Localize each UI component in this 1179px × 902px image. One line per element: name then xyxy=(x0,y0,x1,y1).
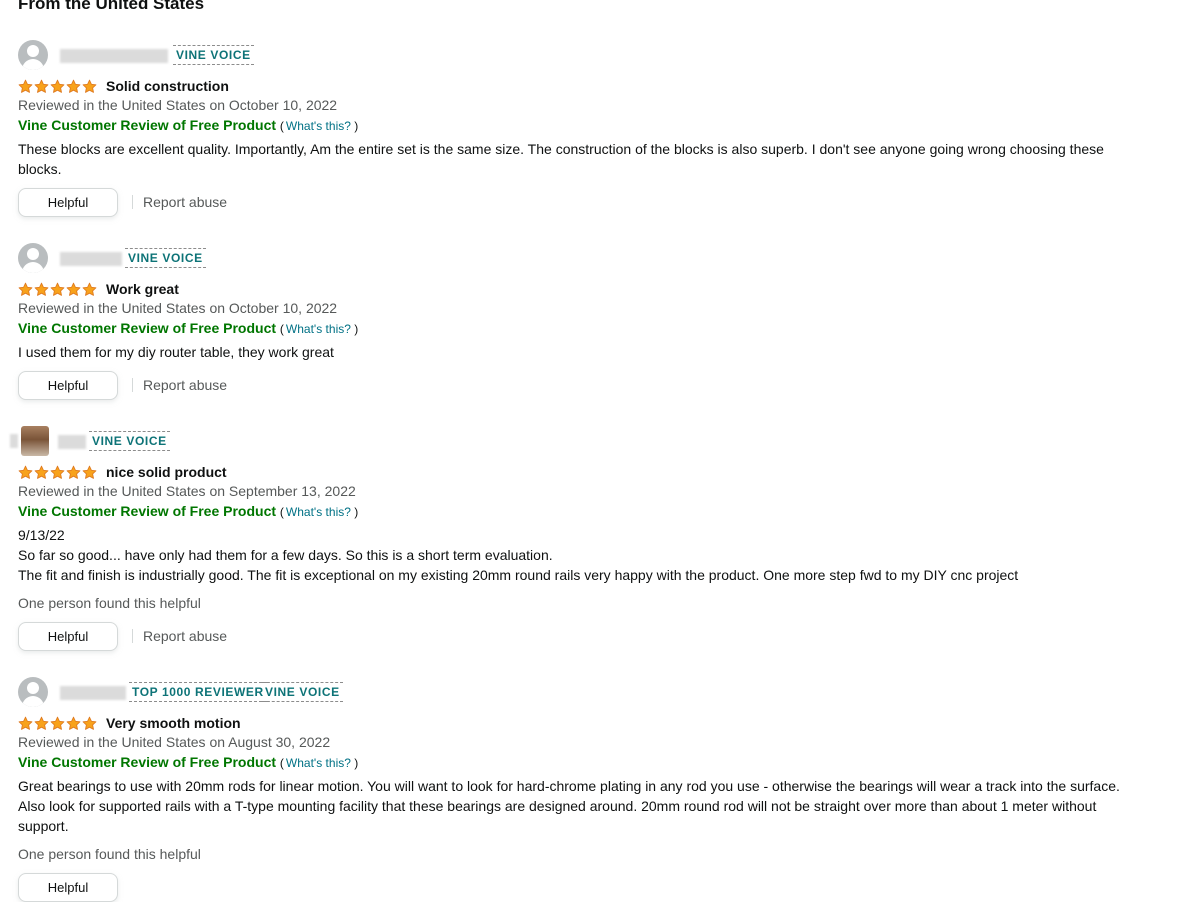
review-text: Great bearings to use with 20mm rods for… xyxy=(18,778,1120,834)
review-date: Reviewed in the United States on August … xyxy=(18,734,331,750)
divider xyxy=(132,195,133,209)
review-date: Reviewed in the United States on October… xyxy=(18,97,338,113)
star-icon xyxy=(82,282,97,296)
star-icon xyxy=(18,716,33,730)
review-date: Reviewed in the United States on October… xyxy=(18,300,338,316)
review-title[interactable]: Solid construction xyxy=(106,78,229,94)
vine-review-label: Vine Customer Review of Free Product (Wh… xyxy=(18,320,359,336)
star-icon xyxy=(66,79,81,93)
review-title[interactable]: Work great xyxy=(106,281,179,297)
reviewer-name-redacted xyxy=(10,434,18,448)
star-icon xyxy=(18,282,33,296)
review-title[interactable]: Very smooth motion xyxy=(106,715,241,731)
helpful-button[interactable]: Helpful xyxy=(18,370,118,400)
star-icon xyxy=(66,282,81,296)
star-icon xyxy=(50,465,65,479)
report-abuse-link[interactable]: Report abuse xyxy=(143,377,227,393)
vine-label: Vine Customer Review of Free Product xyxy=(18,320,277,336)
reviewer-name-redacted xyxy=(60,252,122,266)
divider xyxy=(132,378,133,392)
star-icon xyxy=(50,282,65,296)
star-icon xyxy=(18,79,33,93)
helpful-count: One person found this helpful xyxy=(18,846,201,862)
star-icon xyxy=(82,79,97,93)
whats-this-link[interactable]: What's this? xyxy=(286,119,351,133)
star-icon xyxy=(34,79,49,93)
vine-review-label: Vine Customer Review of Free Product (Wh… xyxy=(18,754,359,770)
review-card: VINE VOICE Solid construction Reviewed i… xyxy=(18,40,1148,217)
section-title: From the United States xyxy=(18,0,205,13)
star-icon xyxy=(82,716,97,730)
review-title[interactable]: nice solid product xyxy=(106,464,227,480)
vine-review-label: Vine Customer Review of Free Product (Wh… xyxy=(18,117,359,133)
review-text: So far so good... have only had them for… xyxy=(18,547,553,563)
review-date: Reviewed in the United States on Septemb… xyxy=(18,483,356,499)
star-icon xyxy=(34,716,49,730)
reviewer-profile[interactable]: VINE VOICE xyxy=(18,243,1148,273)
star-icon xyxy=(18,465,33,479)
star-icon xyxy=(34,282,49,296)
vine-label: Vine Customer Review of Free Product xyxy=(18,503,277,519)
divider xyxy=(132,629,133,643)
review-card: TOP 1000 REVIEWER VINE VOICE Very smooth… xyxy=(18,677,1148,902)
helpful-count: One person found this helpful xyxy=(18,595,201,611)
reviewer-profile[interactable]: VINE VOICE xyxy=(10,426,1148,456)
helpful-button[interactable]: Helpful xyxy=(18,187,118,217)
report-abuse-link[interactable]: Report abuse xyxy=(143,194,227,210)
star-icon xyxy=(50,79,65,93)
vine-label: Vine Customer Review of Free Product xyxy=(18,754,277,770)
avatar[interactable] xyxy=(18,243,48,273)
reviewer-name-redacted xyxy=(60,686,126,700)
vine-voice-badge[interactable]: VINE VOICE xyxy=(262,682,343,702)
star-rating[interactable] xyxy=(18,465,97,480)
avatar[interactable] xyxy=(21,426,49,456)
vine-voice-badge[interactable]: VINE VOICE xyxy=(89,431,170,451)
reviewer-name-redacted xyxy=(60,49,168,63)
vine-voice-badge[interactable]: VINE VOICE xyxy=(173,45,254,65)
review-card: VINE VOICE nice solid product Reviewed i… xyxy=(10,426,1148,651)
review-body: 9/13/22 So far so good... have only had … xyxy=(18,525,1148,585)
star-icon xyxy=(34,465,49,479)
star-rating[interactable] xyxy=(18,282,97,297)
review-text: The fit and finish is industrially good.… xyxy=(18,567,1019,583)
whats-this-link[interactable]: What's this? xyxy=(286,505,351,519)
star-icon xyxy=(66,716,81,730)
reviewer-profile[interactable]: VINE VOICE xyxy=(18,40,1148,70)
avatar[interactable] xyxy=(18,677,48,707)
review-body: I used them for my diy router table, the… xyxy=(18,342,1148,362)
star-icon xyxy=(66,465,81,479)
vine-review-label: Vine Customer Review of Free Product (Wh… xyxy=(18,503,359,519)
reviewer-name-redacted xyxy=(58,435,86,449)
star-rating[interactable] xyxy=(18,716,97,731)
star-icon xyxy=(82,465,97,479)
vine-voice-badge[interactable]: VINE VOICE xyxy=(125,248,206,268)
reviewer-profile[interactable]: TOP 1000 REVIEWER VINE VOICE xyxy=(18,677,1148,707)
report-abuse-link[interactable]: Report abuse xyxy=(143,628,227,644)
review-text: 9/13/22 xyxy=(18,527,65,543)
star-rating[interactable] xyxy=(18,79,97,94)
top-reviewer-badge[interactable]: TOP 1000 REVIEWER xyxy=(129,682,267,702)
review-text: These blocks are excellent quality. Impo… xyxy=(18,141,1104,177)
vine-label: Vine Customer Review of Free Product xyxy=(18,117,277,133)
whats-this-link[interactable]: What's this? xyxy=(286,322,351,336)
whats-this-link[interactable]: What's this? xyxy=(286,756,351,770)
star-icon xyxy=(50,716,65,730)
review-text: I used them for my diy router table, the… xyxy=(18,344,334,360)
review-card: VINE VOICE Work great Reviewed in the Un… xyxy=(18,243,1148,400)
review-body: These blocks are excellent quality. Impo… xyxy=(18,139,1148,179)
helpful-button[interactable]: Helpful xyxy=(18,621,118,651)
avatar[interactable] xyxy=(18,40,48,70)
helpful-button[interactable]: Helpful xyxy=(18,872,118,902)
review-body: Great bearings to use with 20mm rods for… xyxy=(18,776,1148,836)
